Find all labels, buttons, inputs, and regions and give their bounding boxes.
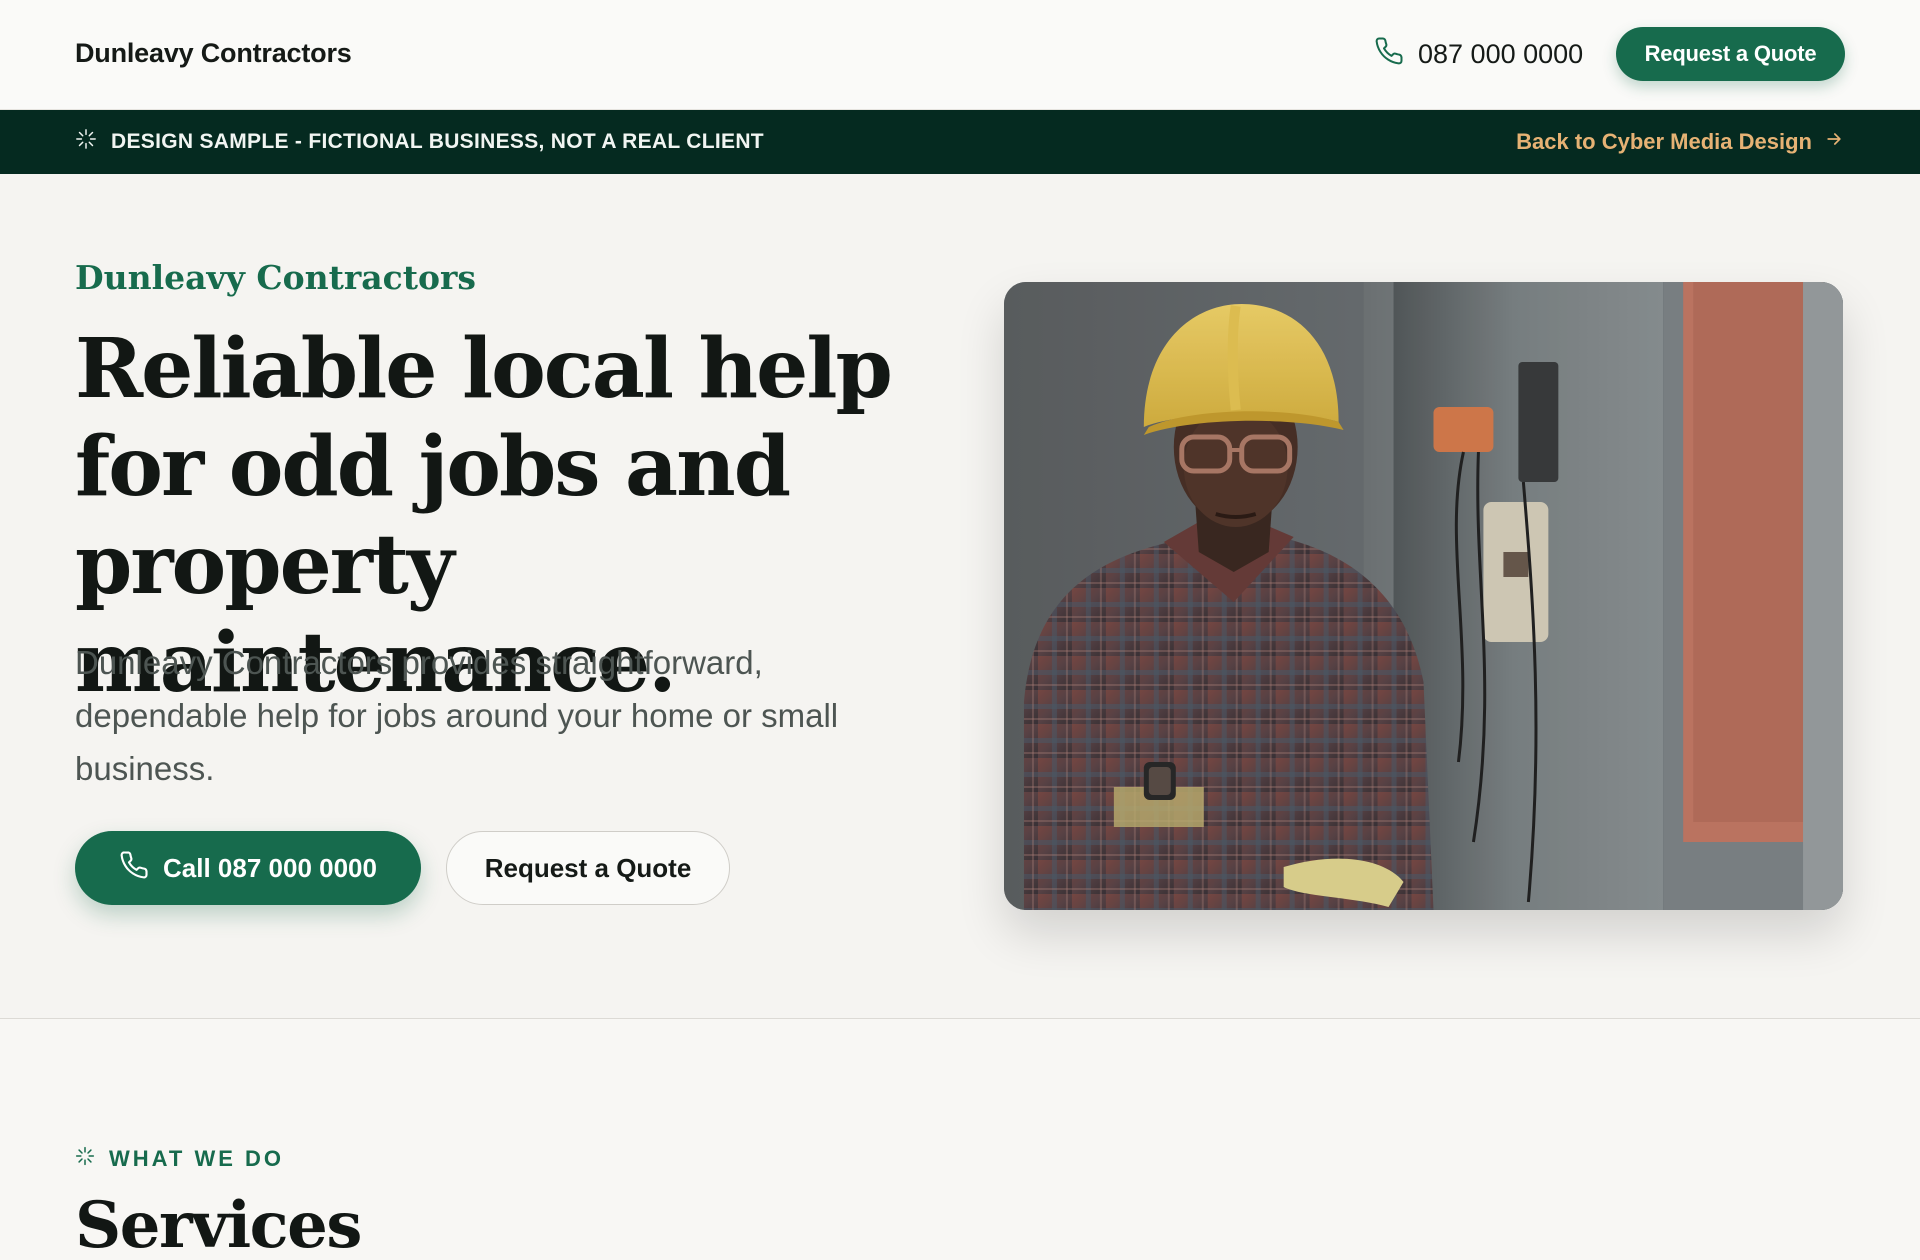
header-phone-link[interactable]: 087 000 0000 <box>1374 36 1583 72</box>
header-request-quote-button[interactable]: Request a Quote <box>1616 27 1845 81</box>
banner-notice-text: DESIGN SAMPLE - FICTIONAL BUSINESS, NOT … <box>111 130 764 153</box>
call-button[interactable]: Call 087 000 0000 <box>75 831 421 905</box>
sparkle-icon <box>75 1146 95 1172</box>
back-link-label: Back to Cyber Media Design <box>1516 129 1812 154</box>
hero-description: Dunleavy Contractors provides straightfo… <box>75 644 839 787</box>
arrow-right-icon <box>1824 129 1844 155</box>
site-header: Dunleavy Contractors 087 000 0000 Reques… <box>0 0 1920 110</box>
phone-icon <box>1374 36 1404 73</box>
hero-eyebrow: Dunleavy Contractors <box>75 258 476 297</box>
phone-icon <box>119 850 149 887</box>
services-title: Services <box>75 1188 362 1260</box>
sparkle-icon <box>75 128 97 156</box>
hero-photo-worker <box>1004 282 1843 910</box>
banner-notice: DESIGN SAMPLE - FICTIONAL BUSINESS, NOT … <box>75 110 764 174</box>
call-button-label: Call 087 000 0000 <box>163 852 377 883</box>
hero-section: Dunleavy Contractors Reliable local help… <box>0 174 1920 1019</box>
header-phone-number: 087 000 0000 <box>1418 38 1584 69</box>
design-sample-banner: DESIGN SAMPLE - FICTIONAL BUSINESS, NOT … <box>0 110 1920 174</box>
services-eyebrow-text: WHAT WE DO <box>109 1146 285 1171</box>
back-to-cyber-media-link[interactable]: Back to Cyber Media Design <box>1516 110 1844 174</box>
services-eyebrow: WHAT WE DO <box>75 1146 284 1172</box>
hero-request-quote-button[interactable]: Request a Quote <box>446 831 730 905</box>
brand-logo[interactable]: Dunleavy Contractors <box>75 38 352 69</box>
